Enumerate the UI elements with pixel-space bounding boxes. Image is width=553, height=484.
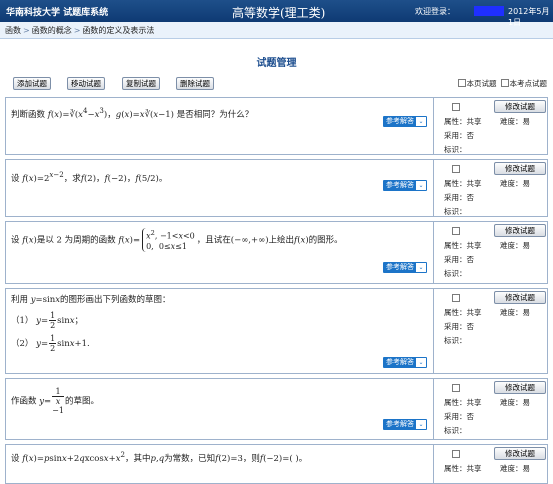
edit-question-button[interactable]: 修改试题 bbox=[494, 224, 546, 237]
move-question-button[interactable]: 移动试题 bbox=[67, 77, 105, 90]
select-checkbox[interactable] bbox=[452, 384, 460, 392]
chevron-down-icon: ⌄ bbox=[416, 358, 426, 367]
checkbox[interactable] bbox=[457, 79, 466, 87]
welcome-text: 欢迎登录： bbox=[415, 7, 455, 16]
piecewise-brace: x2, −1<x<0 0, 0≤x≤1 bbox=[142, 228, 195, 252]
answer-button[interactable]: 参考解答 ⌄ bbox=[383, 180, 427, 191]
answer-button[interactable]: 参考解答 ⌄ bbox=[383, 357, 427, 368]
question-meta: 修改试题 属性：共享 难度：易 采用：否 标识： bbox=[438, 222, 547, 283]
edit-question-button[interactable]: 修改试题 bbox=[494, 291, 546, 304]
select-checkbox[interactable] bbox=[452, 165, 460, 173]
filter-page[interactable]: 本页试题 bbox=[457, 78, 497, 89]
course-title: 高等数学(理工类) bbox=[232, 6, 326, 20]
question-list: 判断函数 f(x)=∛(x4−x3)，g(x)=x∛(x−1) 是否相同？为什么… bbox=[5, 97, 548, 484]
question-row: 设 f(x)是以 2 为周期的函数 f(x)= x2, −1<x<0 0, 0≤x≤… bbox=[5, 221, 548, 284]
question-meta: 修改试题 属性：共享 难度：易 采用：否 标识： bbox=[438, 160, 547, 216]
question-meta: 修改试题 属性：共享 难度：易 采用：否 标识： bbox=[438, 98, 547, 154]
question-content: 利用 y=sinx的图形画出下列函数的草图： （1） y= 1 2 sinx； （2）… bbox=[6, 289, 434, 373]
answer-button[interactable]: 参考解答 ⌄ bbox=[383, 262, 427, 273]
question-row: 利用 y=sinx的图形画出下列函数的草图： （1） y= 1 2 sinx； （2）… bbox=[5, 288, 548, 374]
select-checkbox[interactable] bbox=[452, 103, 460, 111]
question-row: 设 f(x)=2x−2，求f(2)，f(−2)，f(5/2)。 参考解答 ⌄ 修改… bbox=[5, 159, 548, 217]
breadcrumb-item[interactable]: 函数的概念 bbox=[32, 26, 72, 35]
breadcrumb: 函数 > 函数的概念 > 函数的定义及表示法 bbox=[0, 22, 553, 39]
checkbox[interactable] bbox=[500, 79, 509, 87]
question-content: 判断函数 f(x)=∛(x4−x3)，g(x)=x∛(x−1) 是否相同？为什么… bbox=[6, 98, 434, 154]
add-question-button[interactable]: 添加试题 bbox=[13, 77, 51, 90]
toolbar: 添加试题 移动试题 复制试题 删除试题 本页试题 本考点试题 bbox=[0, 73, 553, 97]
edit-question-button[interactable]: 修改试题 bbox=[494, 447, 546, 460]
breadcrumb-separator-icon: > bbox=[73, 26, 81, 35]
answer-button[interactable]: 参考解答 ⌄ bbox=[383, 419, 427, 430]
question-content: 作函数 y= 1 x −1 的草图。 参考解答 ⌄ bbox=[6, 379, 434, 439]
select-checkbox[interactable] bbox=[452, 450, 460, 458]
filter-point[interactable]: 本考点试题 bbox=[500, 78, 547, 89]
select-checkbox[interactable] bbox=[452, 294, 460, 302]
question-content: 设 f(x)=2x−2，求f(2)，f(−2)，f(5/2)。 参考解答 ⌄ bbox=[6, 160, 434, 216]
question-content: 设 f(x)是以 2 为周期的函数 f(x)= x2, −1<x<0 0, 0≤x≤… bbox=[6, 222, 434, 283]
answer-button[interactable]: 参考解答 ⌄ bbox=[383, 116, 427, 127]
page-title: 试题管理 bbox=[256, 58, 297, 69]
question-row: 作函数 y= 1 x −1 的草图。 参考解答 ⌄ 修改试题 属性：共享 难度：易 采用：… bbox=[5, 378, 548, 440]
filter-group: 本页试题 本考点试题 bbox=[457, 78, 547, 89]
breadcrumb-item[interactable]: 函数 bbox=[5, 26, 21, 35]
username-redacted bbox=[474, 6, 504, 16]
question-meta: 修改试题 属性：共享 难度：易 采用：否 标识： bbox=[438, 379, 547, 439]
chevron-down-icon: ⌄ bbox=[416, 117, 426, 126]
chevron-down-icon: ⌄ bbox=[416, 420, 426, 429]
question-row: 判断函数 f(x)=∛(x4−x3)，g(x)=x∛(x−1) 是否相同？为什么… bbox=[5, 97, 548, 155]
breadcrumb-item[interactable]: 函数的定义及表示法 bbox=[82, 26, 154, 35]
chevron-down-icon: ⌄ bbox=[416, 181, 426, 190]
question-row: 设 f(x)=psinx+2qxcosx+x2，其中p,q为常数，已知f(2)=… bbox=[5, 444, 548, 484]
delete-question-button[interactable]: 删除试题 bbox=[176, 77, 214, 90]
current-date: 2012年5月1日 bbox=[508, 7, 550, 27]
edit-question-button[interactable]: 修改试题 bbox=[494, 381, 546, 394]
edit-question-button[interactable]: 修改试题 bbox=[494, 162, 546, 175]
top-bar: 华南科技大学 试题库系统 高等数学(理工类) 欢迎登录： 2012年5月1日 bbox=[0, 0, 553, 27]
edit-question-button[interactable]: 修改试题 bbox=[494, 100, 546, 113]
system-name: 华南科技大学 试题库系统 bbox=[6, 8, 109, 18]
chevron-down-icon: ⌄ bbox=[416, 263, 426, 272]
question-meta: 修改试题 属性：共享 难度：易 bbox=[438, 445, 547, 483]
question-content: 设 f(x)=psinx+2qxcosx+x2，其中p,q为常数，已知f(2)=… bbox=[6, 445, 434, 483]
select-checkbox[interactable] bbox=[452, 227, 460, 235]
copy-question-button[interactable]: 复制试题 bbox=[122, 77, 160, 90]
question-meta: 修改试题 属性：共享 难度：易 采用：否 标识： bbox=[438, 289, 547, 373]
breadcrumb-separator-icon: > bbox=[23, 26, 30, 35]
